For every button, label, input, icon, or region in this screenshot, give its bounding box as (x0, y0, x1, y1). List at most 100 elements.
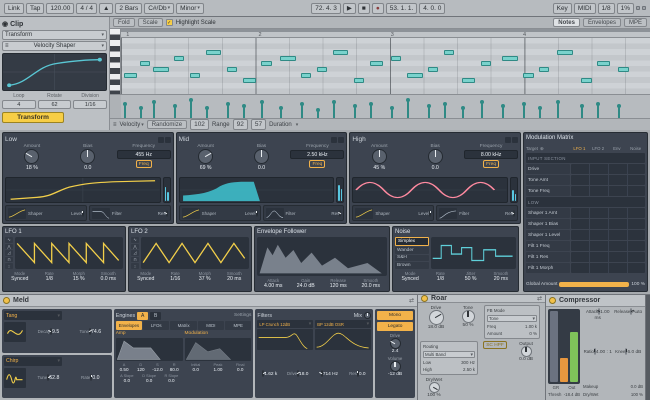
random-shape-icon[interactable]: ⁙ (131, 263, 139, 269)
midi-note[interactable] (280, 56, 296, 61)
lfo-2-display[interactable] (141, 237, 249, 269)
drywet-value[interactable]: 100 % (631, 392, 643, 397)
compressor-display[interactable] (548, 309, 580, 384)
velocity-stem[interactable] (354, 106, 356, 118)
record-button[interactable]: ● (372, 3, 384, 14)
band-display-toggle-icon[interactable] (158, 137, 164, 143)
velocity-stem[interactable] (502, 106, 504, 118)
filter-slot[interactable]: FilterRes (436, 205, 518, 221)
engine-b-tab[interactable]: B (150, 312, 161, 320)
bias-knob[interactable] (80, 149, 95, 164)
tab-envelopes[interactable]: Envelopes (583, 18, 621, 27)
device-on-button[interactable] (549, 297, 556, 304)
range-to-field[interactable]: 57 (251, 119, 266, 130)
hot-swap-icon[interactable]: ⇄ (409, 297, 414, 304)
velocity-stem[interactable] (190, 100, 192, 118)
shaper-curve-display[interactable] (179, 177, 335, 203)
envelope-follower-display[interactable] (257, 237, 387, 276)
loop-param-value[interactable]: 4 (2, 100, 36, 109)
matrix-row[interactable]: Filt 1 Freq (526, 241, 645, 251)
matrix-row[interactable]: Filt 1 Morph (526, 263, 645, 273)
filter-slot[interactable]: FilterRes (89, 205, 171, 221)
midi-note[interactable] (124, 73, 137, 78)
param-value[interactable]: 0.0 ms (94, 276, 124, 282)
sine-shape-icon[interactable]: ∿ (5, 237, 13, 243)
key-map-button[interactable]: Key (553, 3, 572, 14)
velocity-stem[interactable] (153, 102, 155, 118)
bias-knob[interactable] (254, 149, 269, 164)
midi-note[interactable] (444, 50, 455, 55)
param-value[interactable]: 20 ms (220, 276, 250, 282)
amount-knob[interactable] (198, 149, 213, 164)
threshold-slider[interactable] (550, 311, 558, 382)
square-shape-icon[interactable]: ⊓ (5, 257, 13, 263)
velocity-stem[interactable] (140, 108, 142, 118)
velocity-stem[interactable] (523, 104, 525, 118)
noise-mode-brown[interactable]: Brown (395, 262, 429, 269)
noise-mode-simplex[interactable]: Simplex (395, 237, 429, 246)
midi-note[interactable] (227, 67, 238, 72)
freq-mod-button[interactable]: Freq (136, 160, 152, 168)
mod-envelope-display[interactable] (185, 338, 252, 361)
freq-knob[interactable] (321, 370, 323, 377)
midi-note[interactable] (317, 67, 328, 72)
midi-note[interactable] (190, 73, 201, 78)
mix-knob[interactable] (364, 312, 371, 319)
res-knob[interactable] (513, 210, 515, 217)
midi-note[interactable] (391, 56, 402, 61)
amp-envelope-selector[interactable]: Amp (116, 331, 183, 338)
fb-mode-selector[interactable]: Tone▾ (487, 315, 537, 322)
midi-note[interactable] (261, 61, 272, 66)
matrix-cells[interactable] (571, 241, 645, 251)
velocity-stem[interactable] (227, 104, 229, 118)
global-amount-slider[interactable] (559, 282, 629, 287)
velocity-stem[interactable] (370, 104, 372, 118)
matrix-row[interactable]: Shaper 1 Bias (526, 219, 645, 229)
play-button[interactable]: ▶ (343, 3, 356, 14)
transform-apply-button[interactable]: Transform (2, 112, 64, 123)
routing-selector[interactable]: Multi Band▾ (423, 351, 475, 358)
engine-a-tab[interactable]: A (137, 312, 148, 320)
midi-note[interactable] (243, 78, 256, 83)
noise-mode-sh[interactable]: S&H (395, 255, 429, 262)
filter-slot[interactable]: FilterRes (263, 205, 345, 221)
param-value[interactable]: 20.0 ms (355, 283, 388, 289)
tempo-field[interactable]: 120.00 (46, 3, 74, 14)
shaper-slot[interactable]: ShaperLevel (5, 205, 87, 221)
device-on-button[interactable] (3, 297, 10, 304)
amount-knob[interactable] (372, 149, 387, 164)
lfo-1-display[interactable] (15, 237, 123, 269)
quantize-menu[interactable]: 1/8 (598, 3, 615, 14)
band-display-toggle-icon[interactable] (512, 137, 518, 143)
matrix-row[interactable]: Shaper 1 Amt (526, 208, 645, 218)
shaper-slot[interactable]: ShaperLevel (179, 205, 261, 221)
midi-note[interactable] (597, 61, 610, 66)
midi-note[interactable] (206, 50, 222, 55)
noise-mode-wander[interactable]: Wander (395, 247, 429, 254)
param-value[interactable]: Synced (395, 276, 425, 282)
level-knob[interactable] (82, 210, 84, 217)
band-display-toggle-icon[interactable] (165, 137, 171, 143)
filter-2-display[interactable] (315, 329, 371, 350)
midi-note[interactable] (462, 78, 475, 83)
velocity-lane-grid[interactable] (121, 94, 650, 118)
velocity-stem[interactable] (597, 104, 599, 118)
note-grid[interactable] (121, 38, 650, 94)
matrix-row[interactable]: Tone Amt (526, 175, 645, 185)
engine-a-selector[interactable]: Tang▾ (4, 311, 62, 320)
engine-b-selector[interactable]: Chirp▾ (4, 357, 62, 366)
drive-knob[interactable] (429, 310, 444, 325)
param-value[interactable]: 1.00 (207, 367, 229, 372)
param-value[interactable]: 4.00 ms (257, 283, 290, 289)
matrix-row[interactable]: Drive (526, 164, 645, 174)
param-value[interactable]: 37 % (190, 276, 220, 282)
midi-note[interactable] (370, 61, 383, 66)
tap-tempo-button[interactable]: Tap (26, 3, 44, 14)
loop-start-field[interactable]: 53. 1. 1. (386, 3, 418, 14)
matrix-row[interactable]: Filt 1 Res (526, 252, 645, 262)
triangle-shape-icon[interactable]: ⋀ (131, 244, 139, 250)
randomize-amount-field[interactable]: 102 (190, 119, 209, 130)
tab-lfos[interactable]: LFOs (143, 321, 169, 330)
param-value[interactable]: 120 ms (322, 283, 355, 289)
high-crossover-value[interactable]: 2.50 k (463, 367, 475, 372)
